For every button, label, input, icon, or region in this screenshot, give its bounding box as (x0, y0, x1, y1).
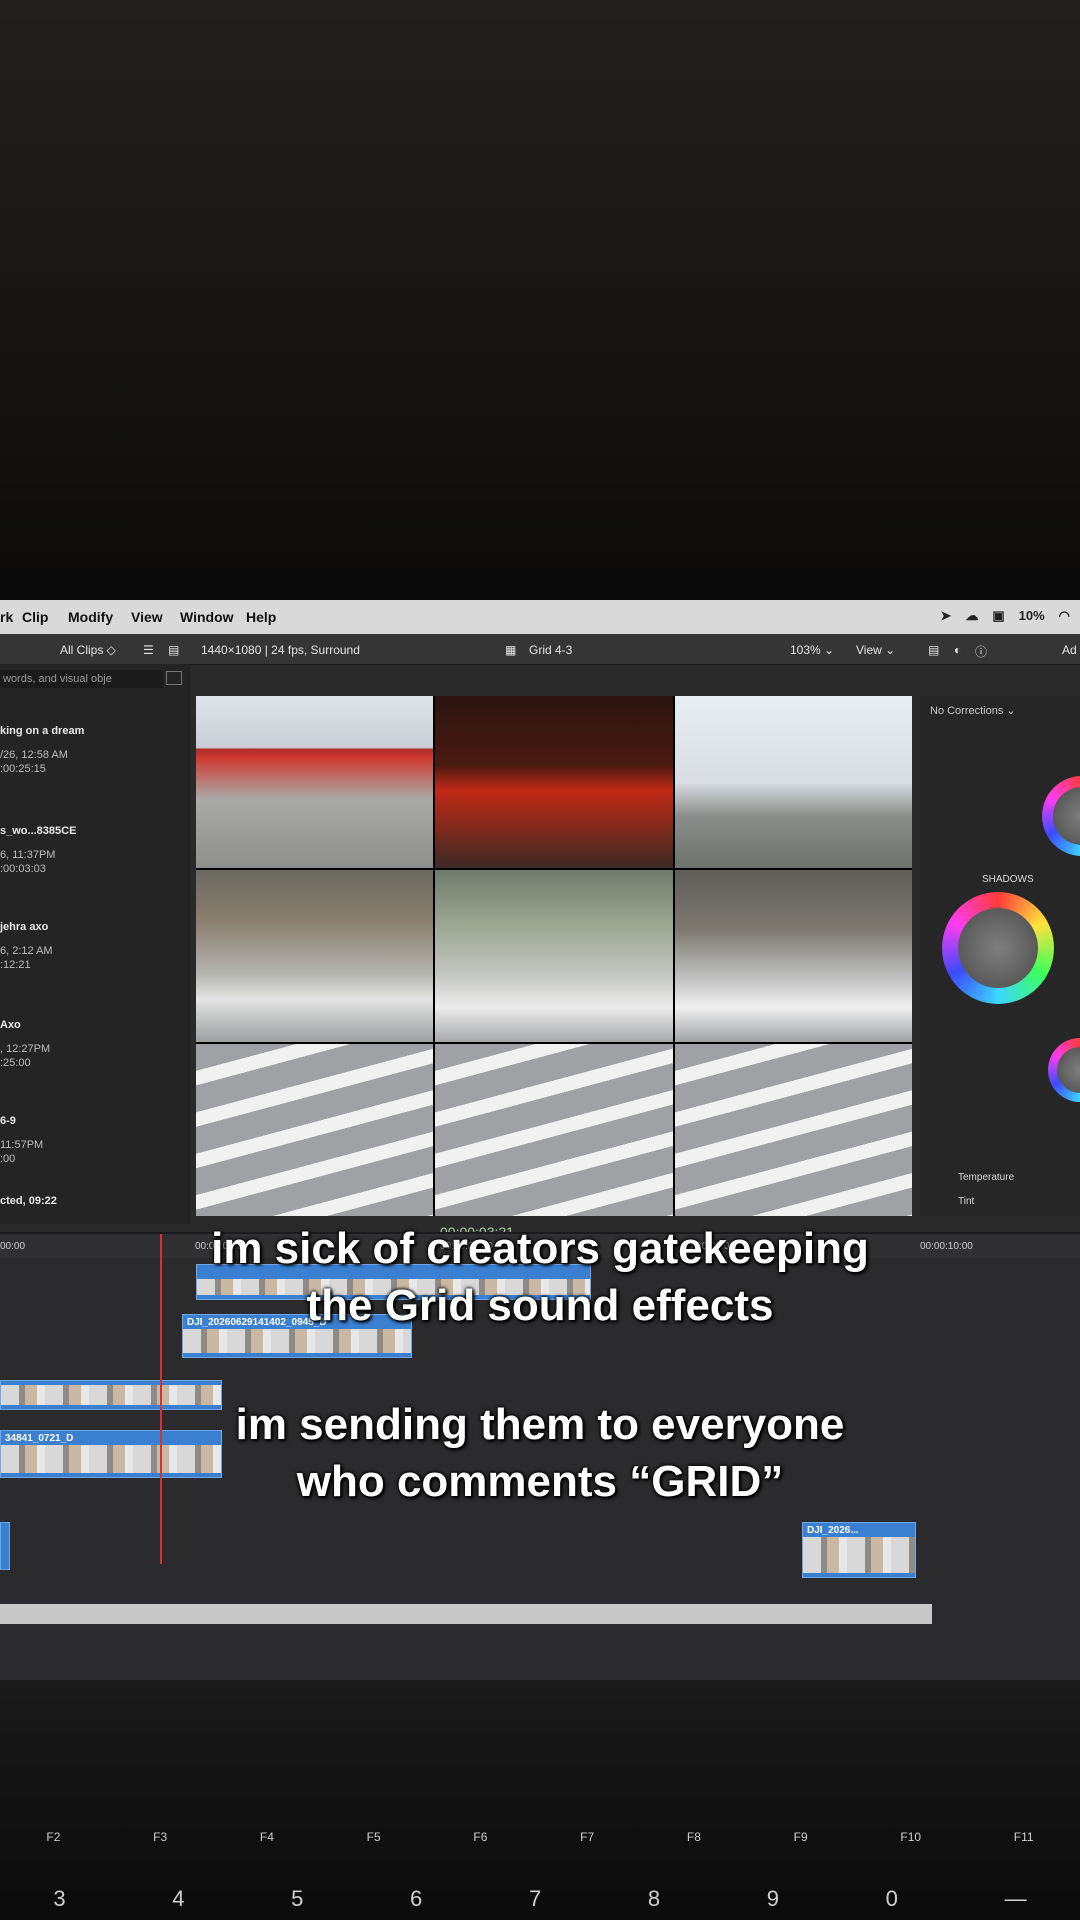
menu-item-window[interactable]: Window (180, 609, 234, 625)
key-0[interactable]: 0 (886, 1886, 898, 1912)
function-key-row: F2 F3 F4 F5 F6 F7 F8 F9 F10 F11 (0, 1830, 1080, 1844)
key-f3[interactable]: F3 (153, 1830, 167, 1844)
info-icon[interactable]: ⓘ (975, 643, 987, 660)
keyboard: F2 F3 F4 F5 F6 F7 F8 F9 F10 F11 3 4 5 6 … (0, 1680, 1080, 1920)
browser-panel: words, and visual obje king on a dream /… (0, 664, 190, 1224)
key-f10[interactable]: F10 (900, 1830, 921, 1844)
corrections-selector[interactable]: No Corrections ⌄ (930, 704, 1016, 717)
grid-cell-building (674, 696, 912, 868)
display-icon[interactable]: ▣ (992, 608, 1004, 624)
video-viewer[interactable] (196, 696, 912, 1216)
grid-cell-crosswalk (435, 1044, 673, 1216)
clip-date: /26, 12:58 AM (0, 749, 68, 761)
view-menu[interactable]: View ⌄ (856, 643, 895, 657)
grid-cell-torii-gate (196, 696, 434, 868)
all-clips-selector[interactable]: All Clips ◇ (60, 643, 116, 657)
background-wall (0, 0, 1080, 580)
search-input[interactable]: words, and visual obje (0, 670, 163, 688)
key-f8[interactable]: F8 (687, 1830, 701, 1844)
key-5[interactable]: 5 (291, 1886, 303, 1912)
zoom-selector[interactable]: 103% ⌄ (790, 643, 834, 657)
highlights-color-wheel[interactable] (1042, 776, 1080, 856)
shadows-label: SHADOWS (982, 874, 1034, 885)
key-f6[interactable]: F6 (473, 1830, 487, 1844)
menu-item-help[interactable]: Help (246, 609, 276, 625)
wifi-icon[interactable]: ◠ (1059, 608, 1070, 624)
key-7[interactable]: 7 (529, 1886, 541, 1912)
grid-cell-crosswalk (674, 1044, 912, 1216)
key-f5[interactable]: F5 (367, 1830, 381, 1844)
grid-cell-white-van (435, 870, 673, 1042)
laptop-screen: rk Clip Modify View Window Help ➤ ☁ ▣ 10… (0, 600, 1080, 1680)
clip-duration: :25:00 (0, 1057, 31, 1069)
control-center-icon[interactable]: ☁ (965, 608, 978, 624)
browser-footer: cted, 09:22 (0, 1195, 57, 1207)
clip-duration: :12:21 (0, 959, 31, 971)
key-f11[interactable]: F11 (1014, 1830, 1034, 1844)
project-title: Grid 4-3 (529, 643, 573, 657)
clip-duration: :00 (0, 1153, 16, 1165)
caption-line-1: im sick of creators gatekeeping (211, 1224, 869, 1273)
list-item[interactable]: 6-9 11:57PM :00 (0, 1114, 43, 1166)
location-icon[interactable]: ➤ (940, 608, 951, 624)
temperature-label: Temperature (958, 1172, 1015, 1183)
grid-cell-street (196, 870, 434, 1042)
list-item[interactable]: jehra axo 6, 2:12 AM :12:21 (0, 920, 53, 972)
key-8[interactable]: 8 (648, 1886, 660, 1912)
clapper-icon: ▦ (505, 643, 517, 657)
clip-duration: :00:25:15 (0, 763, 46, 775)
clip-name: 6-9 (0, 1115, 16, 1127)
clip-date: , 12:27PM (0, 1043, 51, 1055)
color-inspector-icon[interactable]: ◐ (954, 643, 961, 657)
grid-cell-crosswalk (196, 1044, 434, 1216)
list-view-icon[interactable]: ☰ (143, 643, 154, 657)
menu-item-view[interactable]: View (131, 609, 163, 625)
key-f9[interactable]: F9 (794, 1830, 808, 1844)
caption-line-2: the Grid sound effects (306, 1281, 774, 1330)
list-item[interactable]: s_wo...8385CE 6, 11:37PM :00:03:03 (0, 824, 76, 876)
clip-date: 6, 2:12 AM (0, 945, 53, 957)
menu-item-modify[interactable]: Modify (68, 609, 113, 625)
list-item[interactable]: Axo , 12:27PM :25:00 (0, 1018, 50, 1070)
key-f4[interactable]: F4 (260, 1830, 274, 1844)
battery-status[interactable]: 10% (1019, 608, 1045, 624)
shadows-color-wheel[interactable] (942, 892, 1054, 1004)
clip-name: s_wo...8385CE (0, 825, 77, 837)
clip-date: 6, 11:37PM (0, 849, 56, 861)
midtones-color-wheel[interactable] (1048, 1038, 1080, 1102)
menu-item-work[interactable]: rk (0, 609, 13, 625)
format-info: 1440×1080 | 24 fps, Surround (201, 643, 360, 657)
caption-line-3: im sending them to everyone (235, 1400, 845, 1449)
clip-label: DJI_2026... (807, 1525, 859, 1536)
clip-name: Axo (0, 1019, 21, 1031)
tint-label: Tint (958, 1196, 975, 1207)
key-6[interactable]: 6 (410, 1886, 422, 1912)
key-f7[interactable]: F7 (580, 1830, 594, 1844)
key-minus[interactable]: — (1005, 1886, 1027, 1912)
grid-cell-lantern-shop (435, 696, 673, 868)
timeline-clip[interactable]: DJI_2026... (802, 1522, 916, 1578)
key-4[interactable]: 4 (172, 1886, 184, 1912)
inspector-video-icon[interactable]: ▤ (928, 643, 939, 657)
caption-line-4: who comments “GRID” (296, 1457, 784, 1506)
key-9[interactable]: 9 (767, 1886, 779, 1912)
timeline-scrollbar[interactable] (0, 1604, 932, 1624)
browser-options-icon[interactable]: ▤ (168, 643, 179, 657)
grid-cell-storefronts (674, 870, 912, 1042)
key-f2[interactable]: F2 (46, 1830, 60, 1844)
key-3[interactable]: 3 (53, 1886, 65, 1912)
clip-date: 11:57PM (0, 1139, 44, 1151)
menu-item-clip[interactable]: Clip (22, 609, 48, 625)
color-inspector: No Corrections ⌄ SHADOWS Temperature Tin… (920, 696, 1080, 1216)
number-key-row: 3 4 5 6 7 8 9 0 — (0, 1886, 1080, 1912)
filter-icon[interactable] (166, 671, 182, 685)
toolbar: All Clips ◇ ☰ ▤ 1440×1080 | 24 fps, Surr… (0, 634, 1080, 665)
clip-name: jehra axo (0, 921, 49, 933)
clip-duration: :00:03:03 (0, 863, 46, 875)
clip-name: king on a dream (0, 725, 85, 737)
list-item[interactable]: king on a dream /26, 12:58 AM :00:25:15 (0, 724, 84, 776)
timeline-clip[interactable] (0, 1522, 10, 1570)
inspector-tab[interactable]: Ad (1062, 643, 1077, 657)
menu-bar: rk Clip Modify View Window Help ➤ ☁ ▣ 10… (0, 600, 1080, 634)
